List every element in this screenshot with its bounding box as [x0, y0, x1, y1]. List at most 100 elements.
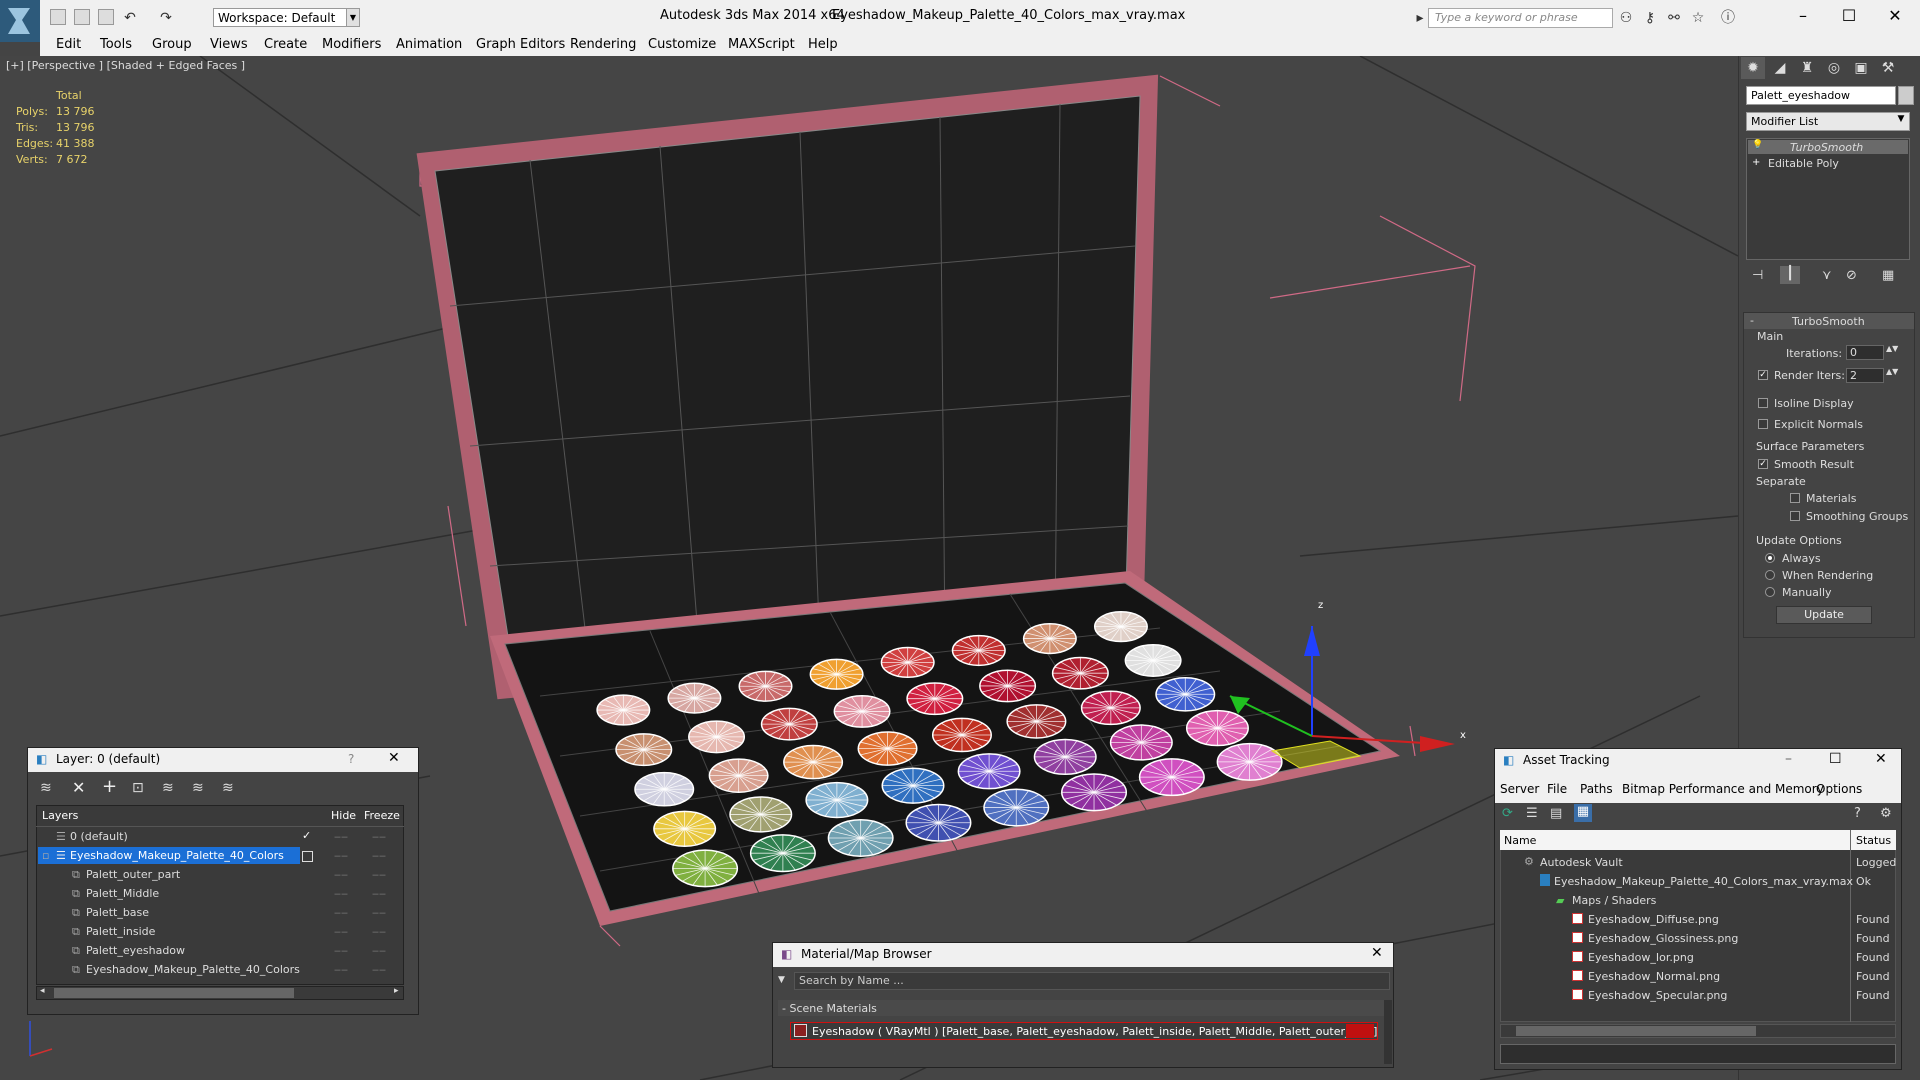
asset-row-name[interactable]: Maps / Shaders: [1572, 894, 1656, 907]
menu-customize[interactable]: Customize: [648, 37, 716, 52]
render-iters-checkbox[interactable]: ✓: [1758, 370, 1768, 380]
create-tab-icon[interactable]: ✹: [1741, 57, 1765, 79]
browser-options-icon[interactable]: ▼: [778, 975, 785, 985]
asset-row-name[interactable]: Eyeshadow_Specular.png: [1588, 989, 1727, 1002]
lightbulb-icon[interactable]: 💡: [1752, 140, 1763, 150]
make-unique-icon[interactable]: ⋎: [1822, 268, 1832, 283]
menu-help[interactable]: Help: [808, 37, 838, 52]
column-header-name[interactable]: Name: [1504, 834, 1536, 847]
minimize-icon[interactable]: –: [1780, 4, 1826, 28]
layer-row-name[interactable]: Palett_eyeshadow: [86, 944, 185, 957]
spinner-arrows-icon[interactable]: ▲▼: [1886, 367, 1898, 376]
detail-view-icon[interactable]: ▤: [1550, 806, 1562, 821]
freeze-toggle[interactable]: ‒‒: [372, 849, 386, 862]
create-layer-icon[interactable]: ≋: [40, 780, 52, 796]
asset-row-name[interactable]: Eyeshadow_Ior.png: [1588, 951, 1694, 964]
display-tab-icon[interactable]: ▣: [1849, 57, 1873, 79]
smooth-result-checkbox[interactable]: ✓: [1758, 459, 1768, 469]
list-view-icon[interactable]: ☰: [1526, 806, 1538, 821]
column-header-hide[interactable]: Hide: [331, 809, 356, 822]
pin-stack-icon[interactable]: ⊣: [1752, 268, 1763, 283]
current-layer-check-icon[interactable]: ✓: [302, 829, 311, 842]
update-manually-radio[interactable]: [1765, 587, 1775, 597]
asset-row-name[interactable]: Eyeshadow_Makeup_Palette_40_Colors_max_v…: [1554, 875, 1853, 888]
explicit-normals-checkbox[interactable]: [1758, 419, 1768, 429]
chevron-right-icon[interactable]: ▸: [1412, 10, 1428, 26]
configure-sets-icon[interactable]: ▦: [1882, 268, 1894, 283]
menu-views[interactable]: Views: [210, 37, 248, 52]
expand-icon[interactable]: +: [1752, 157, 1760, 168]
collapse-icon[interactable]: ▫: [42, 849, 49, 862]
iterations-spinner[interactable]: 0: [1846, 345, 1884, 360]
open-file-icon[interactable]: [74, 9, 90, 25]
menu-maxscript[interactable]: MAXScript: [728, 37, 795, 52]
modifier-list-dropdown[interactable]: Modifier List: [1746, 112, 1910, 131]
close-icon[interactable]: ✕: [1371, 945, 1383, 961]
hide-toggle[interactable]: ‒‒: [334, 849, 348, 862]
help-icon[interactable]: ?: [1854, 806, 1861, 821]
menu-animation[interactable]: Animation: [396, 37, 462, 52]
menu-rendering[interactable]: Rendering: [570, 37, 636, 52]
object-name-field[interactable]: Palett_eyeshadow: [1746, 86, 1896, 105]
asset-row-name[interactable]: Eyeshadow_Normal.png: [1588, 970, 1720, 983]
update-always-radio[interactable]: [1765, 553, 1775, 563]
highlight-layer-icon[interactable]: ≋: [162, 780, 174, 796]
menu-graph-editors[interactable]: Graph Editors: [476, 37, 565, 52]
layer-window-titlebar[interactable]: ◧ Layer: 0 (default) ? ✕: [28, 748, 418, 772]
minimize-icon[interactable]: –: [1785, 751, 1792, 767]
spinner-arrows-icon[interactable]: ▲▼: [1886, 344, 1898, 353]
hide-toggle[interactable]: ‒‒: [334, 830, 348, 843]
show-end-result-icon[interactable]: ┃: [1780, 266, 1800, 284]
select-in-layer-icon[interactable]: ⊡: [132, 780, 144, 796]
hierarchy-tab-icon[interactable]: ♜: [1795, 57, 1819, 79]
layer-row-name[interactable]: Palett_inside: [86, 925, 155, 938]
close-icon[interactable]: ✕: [388, 750, 400, 766]
settings-icon[interactable]: ⚙: [1880, 806, 1892, 821]
close-icon[interactable]: ✕: [1872, 4, 1918, 28]
key-icon[interactable]: ⚷: [1642, 10, 1658, 26]
chevron-left-icon[interactable]: ◂: [40, 986, 45, 996]
menu-modifiers[interactable]: Modifiers: [322, 37, 381, 52]
update-when-rendering-radio[interactable]: [1765, 570, 1775, 580]
freeze-toggle[interactable]: ‒‒: [372, 944, 386, 957]
hide-all-layers-icon[interactable]: ≋: [192, 780, 204, 796]
viewport-label[interactable]: [+] [Perspective ] [Shaded + Edged Faces…: [6, 59, 245, 72]
asset-row-name[interactable]: Autodesk Vault: [1540, 856, 1623, 869]
help-icon[interactable]: ?: [348, 752, 354, 766]
materials-checkbox[interactable]: [1790, 493, 1800, 503]
freeze-toggle[interactable]: ‒‒: [372, 963, 386, 976]
exchange-icon[interactable]: ⚯: [1666, 10, 1682, 26]
help-icon[interactable]: ⓘ: [1720, 10, 1736, 26]
stack-item-editable-poly[interactable]: Editable Poly: [1768, 157, 1839, 170]
asset-menu-paths[interactable]: Paths: [1580, 782, 1613, 796]
hide-toggle[interactable]: ‒‒: [334, 944, 348, 957]
asset-path-field[interactable]: [1500, 1044, 1896, 1064]
scrollbar-thumb[interactable]: [54, 988, 294, 998]
maximize-icon[interactable]: ☐: [1829, 751, 1842, 767]
column-header-status[interactable]: Status: [1856, 834, 1891, 847]
modify-tab-icon[interactable]: ◢: [1768, 57, 1792, 79]
binoculars-icon[interactable]: ⚇: [1618, 10, 1634, 26]
delete-layer-icon[interactable]: ✕: [72, 778, 85, 797]
table-view-icon[interactable]: ▦: [1574, 804, 1592, 822]
hide-toggle[interactable]: ‒‒: [334, 925, 348, 938]
freeze-toggle[interactable]: ‒‒: [372, 830, 386, 843]
material-browser-titlebar[interactable]: ◧ Material/Map Browser ✕: [773, 943, 1393, 967]
smoothing-groups-checkbox[interactable]: [1790, 511, 1800, 521]
remove-modifier-icon[interactable]: ⊘: [1846, 268, 1857, 283]
hide-toggle[interactable]: ‒‒: [334, 868, 348, 881]
save-file-icon[interactable]: [98, 9, 114, 25]
freeze-toggle[interactable]: ‒‒: [372, 906, 386, 919]
isoline-display-checkbox[interactable]: [1758, 398, 1768, 408]
asset-row-name[interactable]: Eyeshadow_Glossiness.png: [1588, 932, 1738, 945]
collapse-icon[interactable]: -: [1750, 314, 1754, 327]
layer-row-name[interactable]: Palett_Middle: [86, 887, 159, 900]
close-icon[interactable]: ✕: [1875, 751, 1887, 767]
refresh-icon[interactable]: ⟳: [1502, 806, 1513, 821]
new-file-icon[interactable]: [50, 9, 66, 25]
vertical-scrollbar[interactable]: [1384, 1000, 1392, 1064]
chevron-down-icon[interactable]: ▼: [1894, 114, 1908, 129]
redo-icon[interactable]: ↷: [158, 10, 174, 26]
asset-tracking-titlebar[interactable]: ◧ Asset Tracking – ☐ ✕: [1495, 749, 1901, 773]
motion-tab-icon[interactable]: ◎: [1822, 57, 1846, 79]
